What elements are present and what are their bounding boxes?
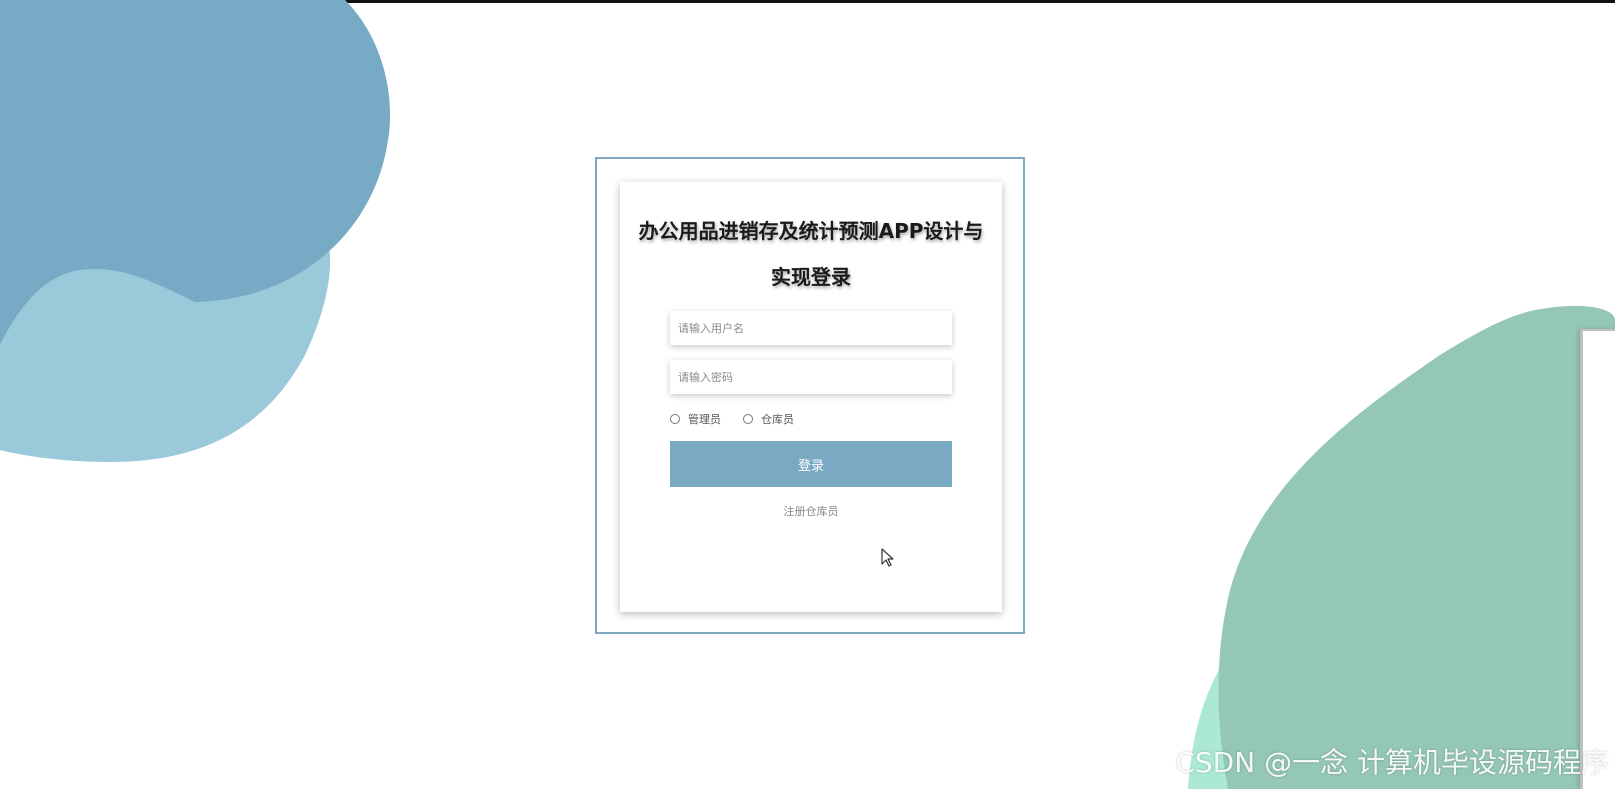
radio-circle-icon[interactable]	[670, 414, 680, 424]
blob-green	[1218, 305, 1615, 789]
register-link[interactable]: 注册仓库员	[620, 503, 1002, 519]
role-selector: 管理员 仓库员	[670, 411, 816, 427]
watermark: CSDN @一念 计算机毕设源码程序	[1175, 746, 1609, 779]
password-input[interactable]	[670, 360, 952, 394]
username-input[interactable]	[670, 311, 952, 345]
side-panel-edge	[1580, 329, 1615, 789]
mouse-cursor-icon	[881, 548, 894, 567]
role-warehouse-radio[interactable]: 仓库员	[743, 411, 794, 427]
page-title: 办公用品进销存及统计预测APP设计与实现登录	[638, 219, 984, 289]
login-button[interactable]: 登录	[670, 441, 952, 487]
radio-circle-icon[interactable]	[743, 414, 753, 424]
login-card: 办公用品进销存及统计预测APP设计与实现登录 管理员 仓库员 登录 注册仓库员	[620, 182, 1002, 612]
role-admin-label: 管理员	[688, 413, 721, 426]
role-warehouse-label: 仓库员	[761, 413, 794, 426]
role-admin-radio[interactable]: 管理员	[670, 411, 721, 427]
